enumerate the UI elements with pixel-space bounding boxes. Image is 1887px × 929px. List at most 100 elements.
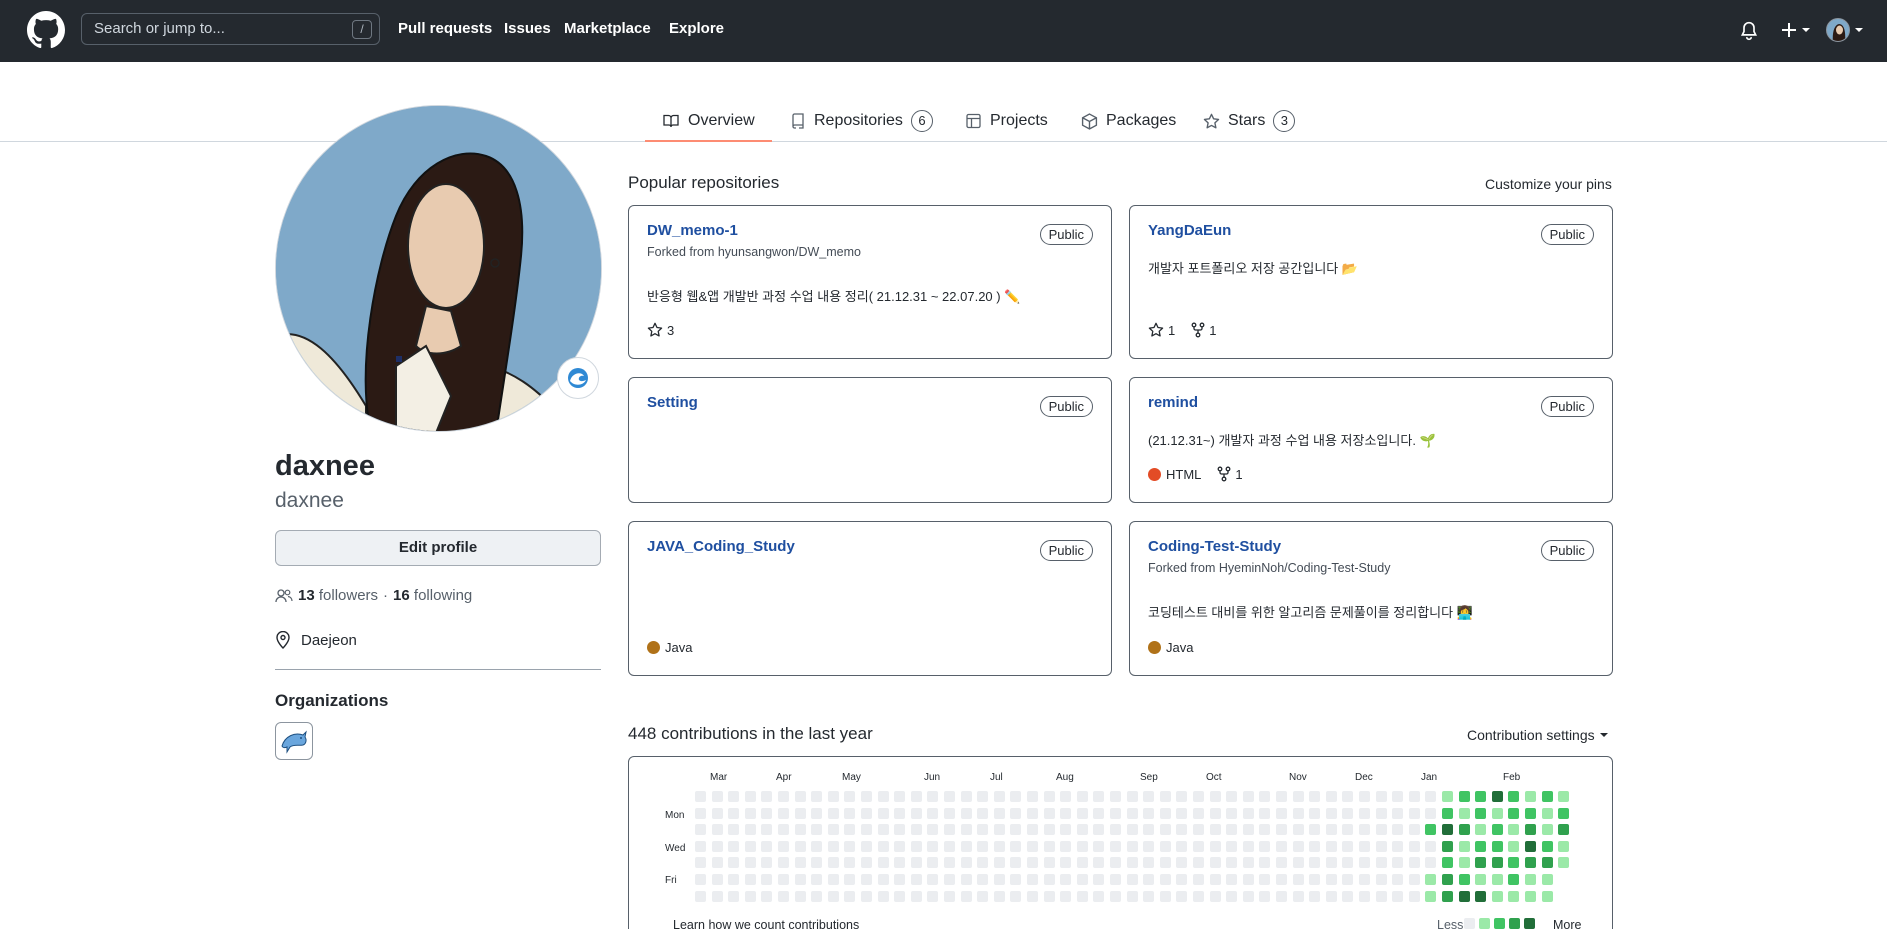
contribution-cell[interactable] xyxy=(1209,791,1221,802)
contribution-cell[interactable] xyxy=(1541,857,1553,869)
contribution-cell[interactable] xyxy=(811,857,823,869)
contribution-cell[interactable] xyxy=(844,874,856,885)
contribution-cell[interactable] xyxy=(1126,791,1138,802)
contribution-cell[interactable] xyxy=(1110,890,1121,902)
contribution-cell[interactable] xyxy=(1027,840,1038,852)
contribution-cell[interactable] xyxy=(1359,840,1370,852)
contribution-cell[interactable] xyxy=(1226,791,1238,802)
contribution-cell[interactable] xyxy=(1093,840,1105,852)
contribution-cell[interactable] xyxy=(811,874,823,885)
contribution-cell[interactable] xyxy=(1242,807,1254,819)
contribution-cell[interactable] xyxy=(1525,857,1536,869)
contribution-cell[interactable] xyxy=(761,857,773,869)
contribution-cell[interactable] xyxy=(1525,840,1536,852)
contribution-cell[interactable] xyxy=(877,791,889,802)
contribution-cell[interactable] xyxy=(1159,890,1171,902)
contribution-cell[interactable] xyxy=(927,857,939,869)
contribution-cell[interactable] xyxy=(1143,857,1155,869)
contribution-cell[interactable] xyxy=(794,890,806,902)
tab-overview[interactable]: Overview xyxy=(645,102,772,142)
contribution-cell[interactable] xyxy=(778,857,789,869)
contribution-cell[interactable] xyxy=(761,874,773,885)
contribution-cell[interactable] xyxy=(1525,807,1536,819)
contribution-cell[interactable] xyxy=(1276,857,1287,869)
contribution-cell[interactable] xyxy=(1226,840,1238,852)
repo-stars-link[interactable]: 1 xyxy=(1148,322,1175,338)
contribution-cell[interactable] xyxy=(1110,840,1121,852)
contribution-cell[interactable] xyxy=(1276,890,1287,902)
tab-packages[interactable]: Packages xyxy=(1081,102,1176,140)
contribution-cell[interactable] xyxy=(927,874,939,885)
contribution-cell[interactable] xyxy=(910,840,922,852)
contribution-cell[interactable] xyxy=(1043,890,1055,902)
contribution-cell[interactable] xyxy=(1010,857,1022,869)
contribution-cell[interactable] xyxy=(927,807,939,819)
contribution-cell[interactable] xyxy=(1541,791,1553,802)
contribution-cell[interactable] xyxy=(1491,807,1503,819)
contribution-cell[interactable] xyxy=(1325,807,1337,819)
contribution-cell[interactable] xyxy=(1558,857,1570,869)
contribution-cell[interactable] xyxy=(1359,807,1370,819)
contribution-cell[interactable] xyxy=(1076,840,1088,852)
contribution-cell[interactable] xyxy=(827,890,839,902)
contribution-cell[interactable] xyxy=(1342,824,1354,836)
contribution-cell[interactable] xyxy=(1458,807,1470,819)
contribution-cell[interactable] xyxy=(1309,791,1321,802)
contribution-cell[interactable] xyxy=(695,807,706,819)
contribution-cell[interactable] xyxy=(695,857,706,869)
contribution-cell[interactable] xyxy=(1126,840,1138,852)
contribution-cell[interactable] xyxy=(1292,840,1304,852)
repo-name-link[interactable]: Setting xyxy=(647,394,698,411)
status-emoji-badge[interactable] xyxy=(557,357,599,399)
contribution-cell[interactable] xyxy=(728,890,740,902)
contribution-cell[interactable] xyxy=(1093,890,1105,902)
contribution-cell[interactable] xyxy=(877,890,889,902)
contribution-cell[interactable] xyxy=(944,874,955,885)
contribution-cell[interactable] xyxy=(1292,874,1304,885)
contribution-cell[interactable] xyxy=(1010,807,1022,819)
contribution-cell[interactable] xyxy=(1242,890,1254,902)
contribution-cell[interactable] xyxy=(894,824,906,836)
contribution-cell[interactable] xyxy=(993,890,1005,902)
contribution-cell[interactable] xyxy=(944,791,955,802)
contribution-cell[interactable] xyxy=(861,791,872,802)
contribution-cell[interactable] xyxy=(744,791,756,802)
contribution-cell[interactable] xyxy=(794,807,806,819)
contribution-cell[interactable] xyxy=(1525,791,1536,802)
contribution-cell[interactable] xyxy=(711,807,723,819)
contribution-cell[interactable] xyxy=(711,857,723,869)
contribution-cell[interactable] xyxy=(1110,824,1121,836)
contribution-cell[interactable] xyxy=(1292,890,1304,902)
contribution-cell[interactable] xyxy=(1276,874,1287,885)
contribution-cell[interactable] xyxy=(1010,890,1022,902)
contribution-cell[interactable] xyxy=(711,824,723,836)
contribution-cell[interactable] xyxy=(1442,824,1453,836)
chevron-down-icon[interactable] xyxy=(1854,27,1864,33)
contribution-cell[interactable] xyxy=(1259,890,1271,902)
contribution-cell[interactable] xyxy=(711,840,723,852)
contribution-cell[interactable] xyxy=(977,874,989,885)
contribution-cell[interactable] xyxy=(977,857,989,869)
contribution-cell[interactable] xyxy=(1541,824,1553,836)
contribution-cell[interactable] xyxy=(1342,890,1354,902)
contribution-cell[interactable] xyxy=(1458,840,1470,852)
contribution-cell[interactable] xyxy=(1226,890,1238,902)
contribution-cell[interactable] xyxy=(1126,874,1138,885)
contribution-cell[interactable] xyxy=(1491,857,1503,869)
contribution-cell[interactable] xyxy=(744,874,756,885)
contribution-cell[interactable] xyxy=(1342,791,1354,802)
contribution-cell[interactable] xyxy=(1193,791,1204,802)
contribution-cell[interactable] xyxy=(1491,874,1503,885)
contribution-cell[interactable] xyxy=(1259,840,1271,852)
create-new-plus-icon[interactable] xyxy=(1781,21,1813,39)
contribution-cell[interactable] xyxy=(728,874,740,885)
contribution-cell[interactable] xyxy=(1242,874,1254,885)
contribution-cell[interactable] xyxy=(1491,824,1503,836)
contribution-cell[interactable] xyxy=(894,840,906,852)
contribution-cell[interactable] xyxy=(1126,890,1138,902)
contribution-cell[interactable] xyxy=(1442,807,1453,819)
repo-forks-link[interactable]: 1 xyxy=(1191,322,1216,338)
contribution-cell[interactable] xyxy=(910,824,922,836)
contribution-cell[interactable] xyxy=(827,791,839,802)
tab-repositories[interactable]: Repositories 6 xyxy=(790,102,933,140)
